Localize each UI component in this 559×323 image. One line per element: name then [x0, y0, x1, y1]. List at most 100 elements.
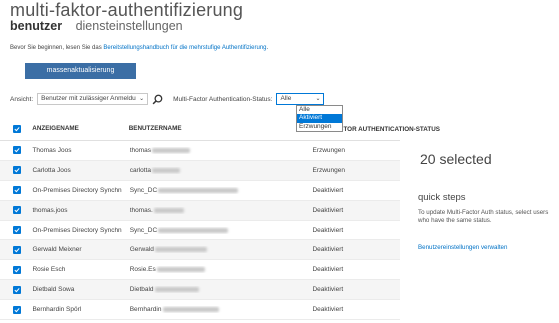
row-username: Sync_DC — [130, 187, 313, 194]
check-icon — [14, 126, 20, 131]
row-checkbox[interactable] — [13, 186, 21, 195]
row-username: Sync_DC — [130, 227, 313, 234]
row-check-cell — [0, 186, 32, 195]
row-username: carlotta — [130, 167, 313, 174]
search-icon[interactable] — [152, 94, 163, 105]
row-display-name[interactable]: On-Premises Directory Synchn — [32, 187, 129, 194]
row-mfa-status: Deaktiviert — [312, 266, 344, 274]
selected-count: 20 selected — [420, 151, 492, 167]
table-row[interactable]: Dietbald Sowa Dietbald Deaktiviert — [0, 280, 400, 301]
redacted-text — [152, 167, 181, 173]
row-display-name[interactable]: Rosie Esch — [32, 266, 129, 273]
row-display-name[interactable]: Dietbald Sowa — [32, 286, 129, 293]
row-check-cell — [0, 146, 32, 155]
chevron-down-icon: ⌄ — [315, 96, 321, 102]
redacted-text — [162, 307, 219, 313]
row-username-text: Rosie.Es — [129, 266, 156, 274]
page-title: multi-faktor-authentifizierung — [10, 0, 244, 20]
table-row[interactable]: Thomas Joos thomas Erzwungen — [0, 141, 400, 161]
row-check-cell — [0, 166, 32, 175]
check-icon — [14, 148, 20, 153]
check-icon — [14, 188, 20, 193]
row-check-cell — [0, 305, 32, 314]
check-icon — [14, 168, 20, 173]
manage-user-settings-link[interactable]: Benutzereinstellungen verwalten — [418, 244, 507, 251]
row-username: Dietbald — [130, 286, 313, 293]
check-icon — [14, 228, 20, 233]
side-panel: 20 selected quick steps To update Multi-… — [404, 117, 559, 323]
users-table: ANZEIGENAME BENUTZERNAME MULTI-FACTOR AU… — [0, 117, 440, 321]
status-option-erzwungen[interactable]: Erzwungen — [297, 123, 342, 131]
chevron-down-icon: ⌄ — [139, 96, 145, 102]
row-checkbox[interactable] — [13, 166, 21, 175]
row-mfa-status: Deaktiviert — [312, 206, 344, 214]
row-display-name[interactable]: thomas.joos — [32, 207, 129, 214]
row-username-text: thomas. — [129, 206, 153, 214]
row-mfa-status: Deaktiviert — [312, 286, 344, 294]
check-icon — [14, 208, 20, 213]
col-header-display-name[interactable]: ANZEIGENAME — [32, 125, 128, 132]
row-username-text: Sync_DC — [129, 226, 158, 234]
row-checkbox[interactable] — [13, 206, 21, 215]
status-label: Multi-Factor Authentication-Status: — [173, 95, 273, 103]
col-header-username[interactable]: BENUTZERNAME — [129, 125, 310, 132]
status-select-value: Alle — [280, 95, 292, 102]
row-username-text: Dietbald — [129, 286, 154, 294]
row-checkbox[interactable] — [13, 305, 21, 314]
row-mfa-status: Deaktiviert — [312, 226, 344, 234]
row-display-name[interactable]: Gerwald Meixner — [32, 246, 129, 253]
row-display-name[interactable]: Thomas Joos — [32, 147, 129, 154]
row-display-name[interactable]: Carlotta Joos — [32, 167, 129, 174]
row-check-cell — [0, 245, 32, 254]
row-display-name[interactable]: Bernhardin Spörl — [32, 306, 129, 313]
row-username: thomas. — [130, 207, 313, 214]
quick-steps-text: To update Multi-Factor Auth status, sele… — [418, 209, 549, 225]
select-all-cell — [0, 124, 32, 133]
row-checkbox[interactable] — [13, 245, 21, 254]
row-username-text: Bernhardin — [129, 306, 162, 314]
row-display-name[interactable]: On-Premises Directory Synchn — [32, 227, 129, 234]
row-checkbox[interactable] — [13, 146, 21, 155]
row-username: Rosie.Es — [130, 266, 313, 273]
redacted-text — [154, 287, 199, 293]
status-select[interactable]: Alle ⌄ — [276, 93, 325, 105]
table-row[interactable]: thomas.joos thomas. Deaktiviert — [0, 200, 400, 221]
row-username-text: Gerwald — [129, 246, 154, 254]
intro-text-before: Bevor Sie beginnen, lesen Sie das — [10, 45, 104, 51]
table-row[interactable]: Carlotta Joos carlotta Erzwungen — [0, 160, 400, 181]
view-label: Ansicht: — [10, 95, 34, 103]
row-check-cell — [0, 226, 32, 234]
redacted-text — [158, 227, 229, 233]
row-username: Bernhardin — [130, 306, 313, 313]
quick-steps-title: quick steps — [418, 192, 466, 203]
view-select[interactable]: Benutzer mit zulässiger Anmeldu ⌄ — [37, 93, 149, 105]
status-option-aktiviert[interactable]: Aktiviert — [297, 114, 342, 123]
redacted-text — [152, 147, 191, 153]
select-all-checkbox[interactable] — [13, 124, 21, 133]
row-check-cell — [0, 265, 32, 274]
row-checkbox[interactable] — [13, 285, 21, 294]
mass-update-button[interactable]: massenaktualisierung — [25, 63, 136, 79]
tab-bar: benutzer diensteinstellungen — [10, 19, 193, 33]
row-checkbox[interactable] — [13, 226, 21, 234]
status-dropdown-list: Alle Aktiviert Erzwungen — [296, 105, 343, 132]
table-row[interactable]: Gerwald Meixner Gerwald Deaktiviert — [0, 240, 400, 261]
tab-diensteinstellungen[interactable]: diensteinstellungen — [76, 19, 183, 33]
check-icon — [14, 287, 20, 292]
row-mfa-status: Deaktiviert — [312, 186, 344, 194]
row-checkbox[interactable] — [13, 265, 21, 274]
table-row[interactable]: Rosie Esch Rosie.Es Deaktiviert — [0, 260, 400, 281]
row-username-text: Sync_DC — [129, 186, 158, 194]
row-username: Gerwald — [130, 246, 313, 253]
table-row[interactable]: On-Premises Directory Synchn Sync_DC Deakt… — [0, 221, 400, 241]
row-username: thomas — [130, 147, 313, 154]
intro-text: Bevor Sie beginnen, lesen Sie das Bereit… — [10, 45, 268, 51]
check-icon — [14, 267, 20, 273]
status-option-alle[interactable]: Alle — [297, 106, 342, 114]
deployment-guide-link[interactable]: Bereitstellungshandbuch für die mehrstuf… — [103, 45, 266, 51]
tab-benutzer[interactable]: benutzer — [10, 19, 62, 33]
row-username-text: carlotta — [129, 166, 152, 174]
table-row[interactable]: On-Premises Directory Synchn Sync_DC Deakt… — [0, 181, 400, 201]
filter-row: Ansicht: Benutzer mit zulässiger Anmeldu… — [10, 93, 325, 105]
table-row[interactable]: Bernhardin Spörl Bernhardin Deaktiviert — [0, 300, 400, 321]
